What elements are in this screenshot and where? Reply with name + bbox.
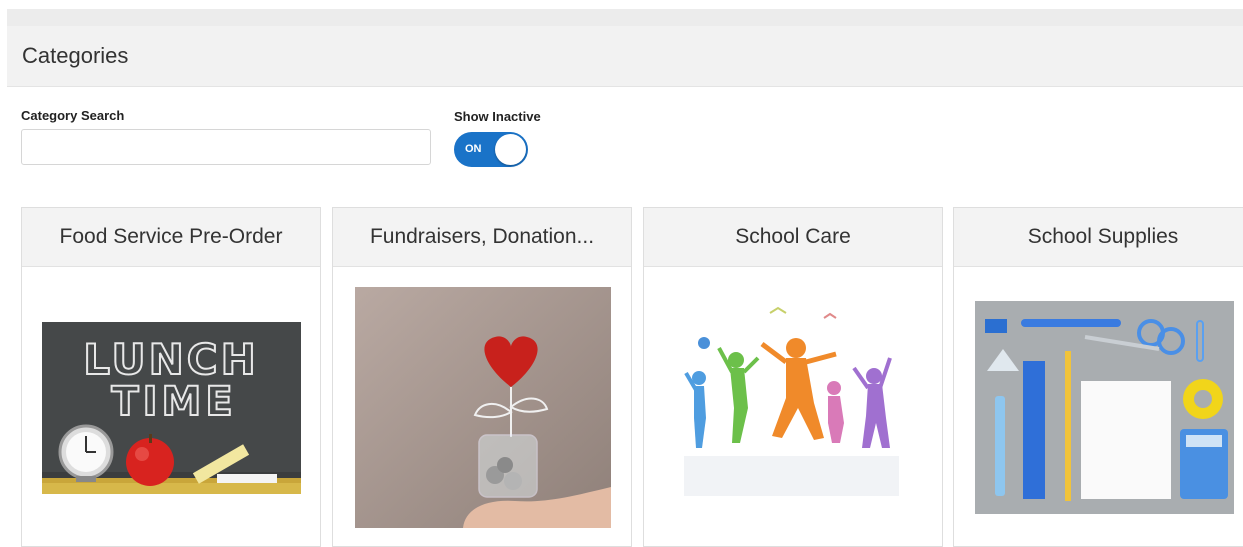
category-search-label: Category Search	[21, 108, 125, 123]
category-title: Food Service Pre-Order	[22, 208, 320, 267]
category-search-input[interactable]	[21, 129, 431, 165]
lunch-time-image: LUNCH TIME	[42, 322, 301, 494]
lunch-time-illustration: LUNCH TIME	[42, 322, 301, 494]
category-card-food-service[interactable]: Food Service Pre-Order LUNCH TIME	[21, 207, 321, 547]
children-image	[674, 298, 914, 513]
toggle-knob	[495, 134, 526, 165]
top-strip	[7, 9, 1243, 26]
show-inactive-label: Show Inactive	[454, 109, 541, 124]
toggle-state-text: ON	[465, 143, 482, 155]
page-header: Categories	[7, 26, 1243, 87]
show-inactive-toggle[interactable]: ON	[454, 132, 528, 167]
image-text-lunch: LUNCH	[83, 335, 259, 384]
page-title: Categories	[22, 43, 129, 68]
image-text-time: TIME	[111, 379, 236, 425]
school-supplies-image	[975, 301, 1234, 514]
heart-jar-illustration	[355, 287, 611, 528]
children-silhouettes-illustration	[674, 298, 914, 513]
category-title: Fundraisers, Donation...	[333, 208, 631, 267]
category-card-school-supplies[interactable]: School Supplies	[953, 207, 1243, 547]
category-title: School Supplies	[954, 208, 1243, 267]
heart-jar-image	[355, 287, 611, 528]
category-title: School Care	[644, 208, 942, 267]
category-card-fundraisers[interactable]: Fundraisers, Donation...	[332, 207, 632, 547]
category-card-school-care[interactable]: School Care	[643, 207, 943, 547]
school-supplies-illustration	[975, 301, 1234, 514]
